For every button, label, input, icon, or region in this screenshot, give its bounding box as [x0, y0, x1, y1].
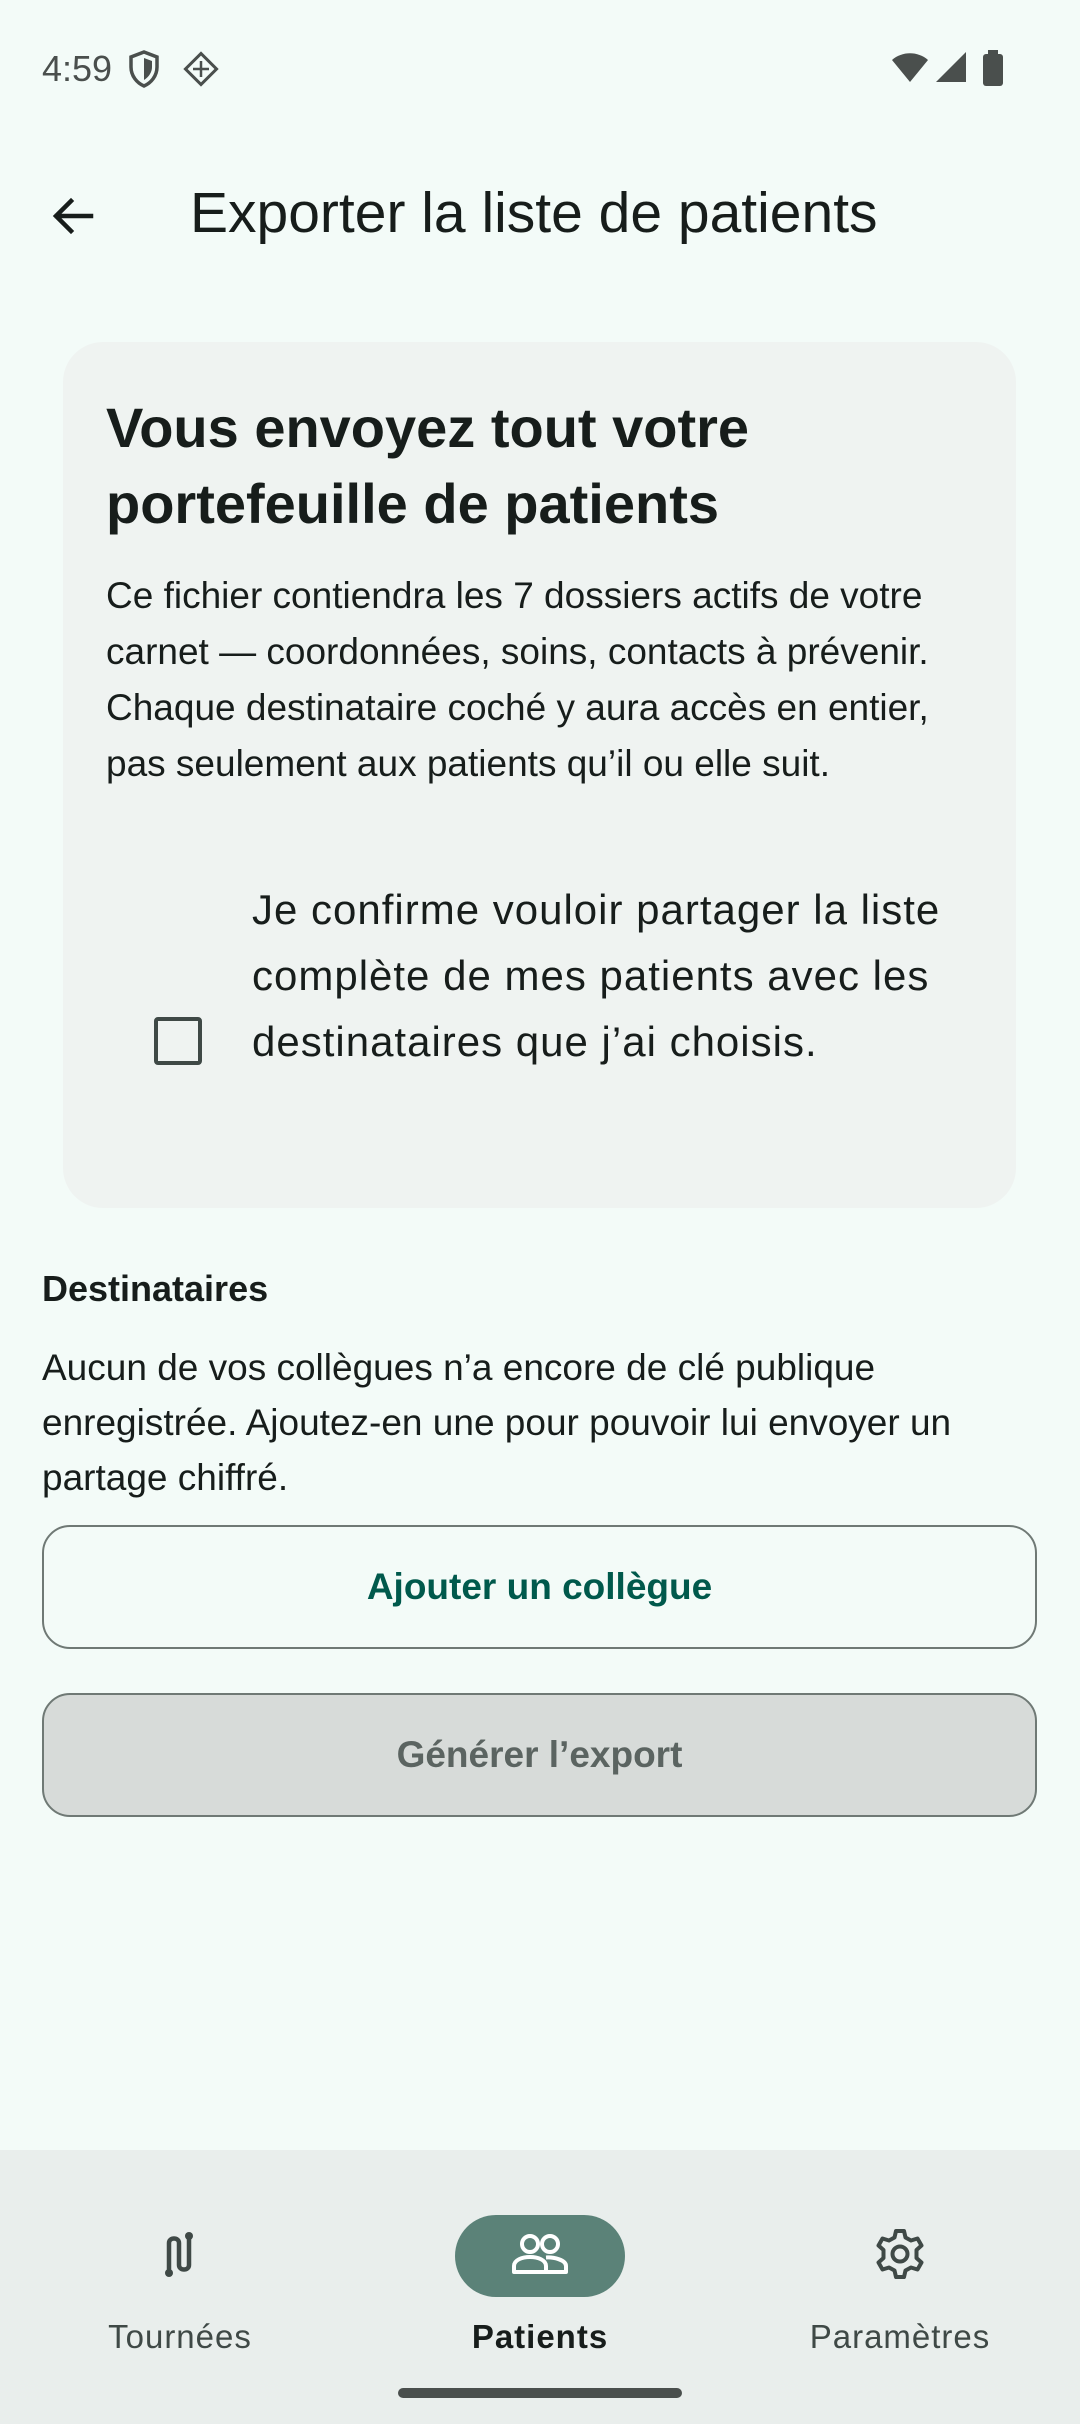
nav-item-label: Patients — [471, 2318, 609, 2355]
nav-item-parametres-indicator — [815, 2215, 985, 2297]
generate-export-button[interactable]: Générer l’export — [42, 1693, 1037, 1817]
nav-item-parametres[interactable]: Paramètres — [750, 2180, 1050, 2355]
nav-item-patients[interactable]: Patients — [390, 2180, 690, 2355]
recipients-empty-message: Aucun de vos collègues n’a encore de clé… — [42, 1347, 952, 1498]
nav-item-patients-indicator — [455, 2215, 625, 2297]
shield-icon — [128, 50, 160, 88]
route-icon — [155, 2229, 205, 2284]
confirm-checkbox-row[interactable]: Je confirme vouloir partager la liste co… — [106, 877, 986, 1177]
nav-item-label: Tournées — [108, 2318, 252, 2355]
warning-title: Vous envoyez tout votre portefeuille de … — [106, 396, 750, 535]
status-time: 4:59 — [42, 48, 113, 89]
people-icon — [510, 2232, 570, 2281]
confirm-checkbox[interactable] — [154, 1017, 202, 1065]
back-button[interactable] — [30, 175, 116, 261]
nav-item-tournees[interactable]: Tournées — [30, 2180, 330, 2355]
cell-signal-icon — [934, 50, 968, 84]
gear-icon — [873, 2227, 927, 2286]
home-indicator[interactable] — [398, 2388, 682, 2398]
export-patients-screen: 4:59 Exporter la liste de patients Vous … — [0, 0, 1080, 2424]
warning-card: Vous envoyez tout votre portefeuille de … — [63, 342, 1016, 1208]
wifi-icon — [890, 50, 930, 84]
recipients-title: Destinataires — [42, 1268, 269, 1309]
add-colleague-button[interactable]: Ajouter un collègue — [42, 1525, 1037, 1649]
app-bar: Exporter la liste de patients — [0, 160, 1080, 270]
status-bar: 4:59 — [0, 0, 1080, 140]
diamond-grid-icon — [182, 50, 220, 88]
confirm-label[interactable]: Je confirme vouloir partager la liste co… — [252, 877, 972, 1075]
arrow-back-icon — [49, 192, 97, 245]
battery-icon — [982, 50, 1004, 86]
page-title: Exporter la liste de patients — [190, 181, 878, 245]
bottom-navigation: Tournées Patients Paramètres — [0, 2150, 1080, 2424]
nav-item-label: Paramètres — [809, 2318, 991, 2355]
nav-item-tournees-indicator — [95, 2215, 265, 2297]
warning-body: Ce fichier contiendra les 7 dossiers act… — [106, 575, 929, 784]
